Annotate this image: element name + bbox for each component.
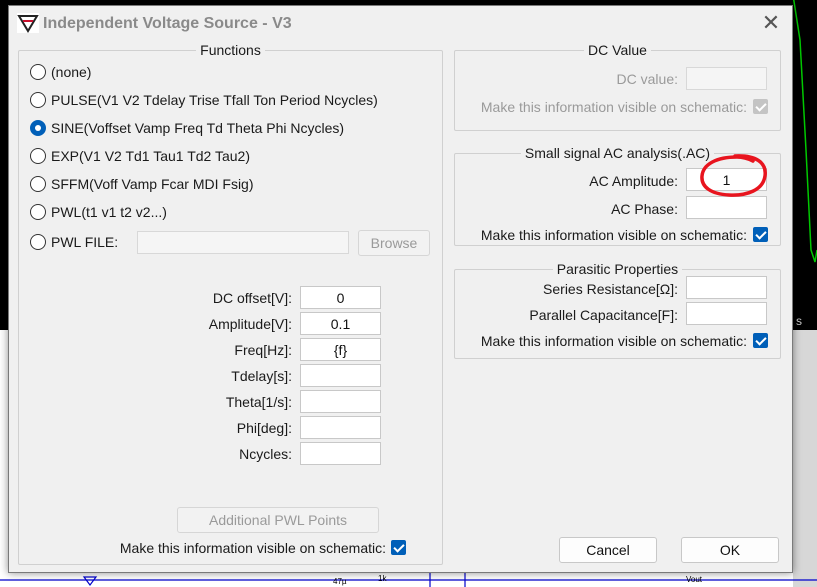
amplitude-input[interactable] [300,312,381,335]
dc-value-label: DC value: [616,71,678,87]
dc-visible-label: Make this information visible on schemat… [480,99,747,115]
theta-input[interactable] [300,390,381,413]
parasitic-legend: Parasitic Properties [556,261,679,277]
radio-sine-button[interactable] [30,120,46,136]
radio-pulse[interactable]: PULSE(V1 V2 Tdelay Trise Tfall Ton Perio… [30,89,378,111]
ac-phase-label: AC Phase: [611,201,678,217]
amplitude-label: Amplitude[V]: [208,316,292,332]
browse-button[interactable]: Browse [358,230,430,256]
voltage-source-dialog: Independent Voltage Source - V3 ✕ Functi… [8,5,793,573]
ac-amplitude-input[interactable] [686,168,767,191]
radio-pwl-button[interactable] [30,204,46,220]
ncycles-label: Ncycles: [239,446,292,462]
additional-pwl-points-button[interactable]: Additional PWL Points [177,507,379,533]
series-resistance-label: Series Resistance[Ω]: [543,281,678,297]
window-title: Independent Voltage Source - V3 [43,15,292,32]
freq-input[interactable] [300,338,381,361]
phi-input[interactable] [300,416,381,439]
schematic-label-vout: Vout [686,575,703,584]
radio-pwl-file-button[interactable] [30,234,46,250]
radio-none-label: (none) [51,64,92,80]
radio-none[interactable]: (none) [30,61,91,83]
dc-value-legend: DC Value [588,42,647,58]
radio-none-button[interactable] [30,64,46,80]
dc-offset-label: DC offset[V]: [212,290,292,306]
radio-sine-label: SINE(Voffset Vamp Freq Td Theta Phi Ncyc… [51,120,345,136]
radio-pulse-button[interactable] [30,92,46,108]
functions-legend: Functions [200,42,261,58]
radio-exp-label: EXP(V1 V2 Td1 Tau1 Td2 Tau2) [51,148,250,164]
phi-label: Phi[deg]: [236,420,292,436]
ncycles-input[interactable] [300,442,381,465]
parasitic-visible-label: Make this information visible on schemat… [480,333,747,349]
ac-visible-label: Make this information visible on schemat… [480,227,747,243]
dc-value-input[interactable] [686,67,767,90]
ac-visible-checkbox[interactable] [753,227,768,242]
ac-amplitude-label: AC Amplitude: [589,173,678,189]
tdelay-label: Tdelay[s]: [231,368,292,384]
radio-pwl-file[interactable]: PWL FILE: [30,231,118,253]
dc-visible-checkbox[interactable] [753,99,768,114]
radio-pwl-file-label: PWL FILE: [51,234,119,250]
radio-sffm-label: SFFM(Voff Vamp Fcar MDI Fsig) [51,176,254,192]
radio-pulse-label: PULSE(V1 V2 Tdelay Trise Tfall Ton Perio… [51,92,378,108]
schematic-label-res: 1k [378,574,387,583]
parasitic-visible-checkbox[interactable] [753,333,768,348]
freq-label: Freq[Hz]: [234,342,292,358]
series-resistance-input[interactable] [686,276,767,299]
dc-offset-input[interactable] [300,286,381,309]
radio-exp[interactable]: EXP(V1 V2 Td1 Tau1 Td2 Tau2) [30,145,250,167]
waveform-axis-label: s [796,314,802,328]
radio-exp-button[interactable] [30,148,46,164]
schematic-label-cap: 47µ [333,577,347,586]
cancel-button[interactable]: Cancel [559,537,657,563]
ok-button[interactable]: OK [681,537,779,563]
tdelay-input[interactable] [300,364,381,387]
functions-visible-label: Make this information visible on schemat… [119,540,386,556]
pwl-file-input[interactable] [137,231,349,254]
radio-sffm-button[interactable] [30,176,46,192]
waveform-plot [793,0,817,330]
functions-visible-checkbox[interactable] [391,540,406,555]
parallel-capacitance-input[interactable] [686,302,767,325]
radio-sine[interactable]: SINE(Voffset Vamp Freq Td Theta Phi Ncyc… [30,117,344,139]
radio-pwl[interactable]: PWL(t1 v1 t2 v2...) [30,201,167,223]
title-bar[interactable]: Independent Voltage Source - V3 ✕ [9,6,792,40]
ltspice-app-icon [17,13,39,33]
theta-label: Theta[1/s]: [225,394,292,410]
ac-phase-input[interactable] [686,196,767,219]
parallel-capacitance-label: Parallel Capacitance[F]: [529,307,678,323]
radio-pwl-label: PWL(t1 v1 t2 v2...) [51,204,167,220]
ac-analysis-legend: Small signal AC analysis(.AC) [524,145,711,161]
close-icon[interactable]: ✕ [758,10,784,36]
radio-sffm[interactable]: SFFM(Voff Vamp Fcar MDI Fsig) [30,173,254,195]
